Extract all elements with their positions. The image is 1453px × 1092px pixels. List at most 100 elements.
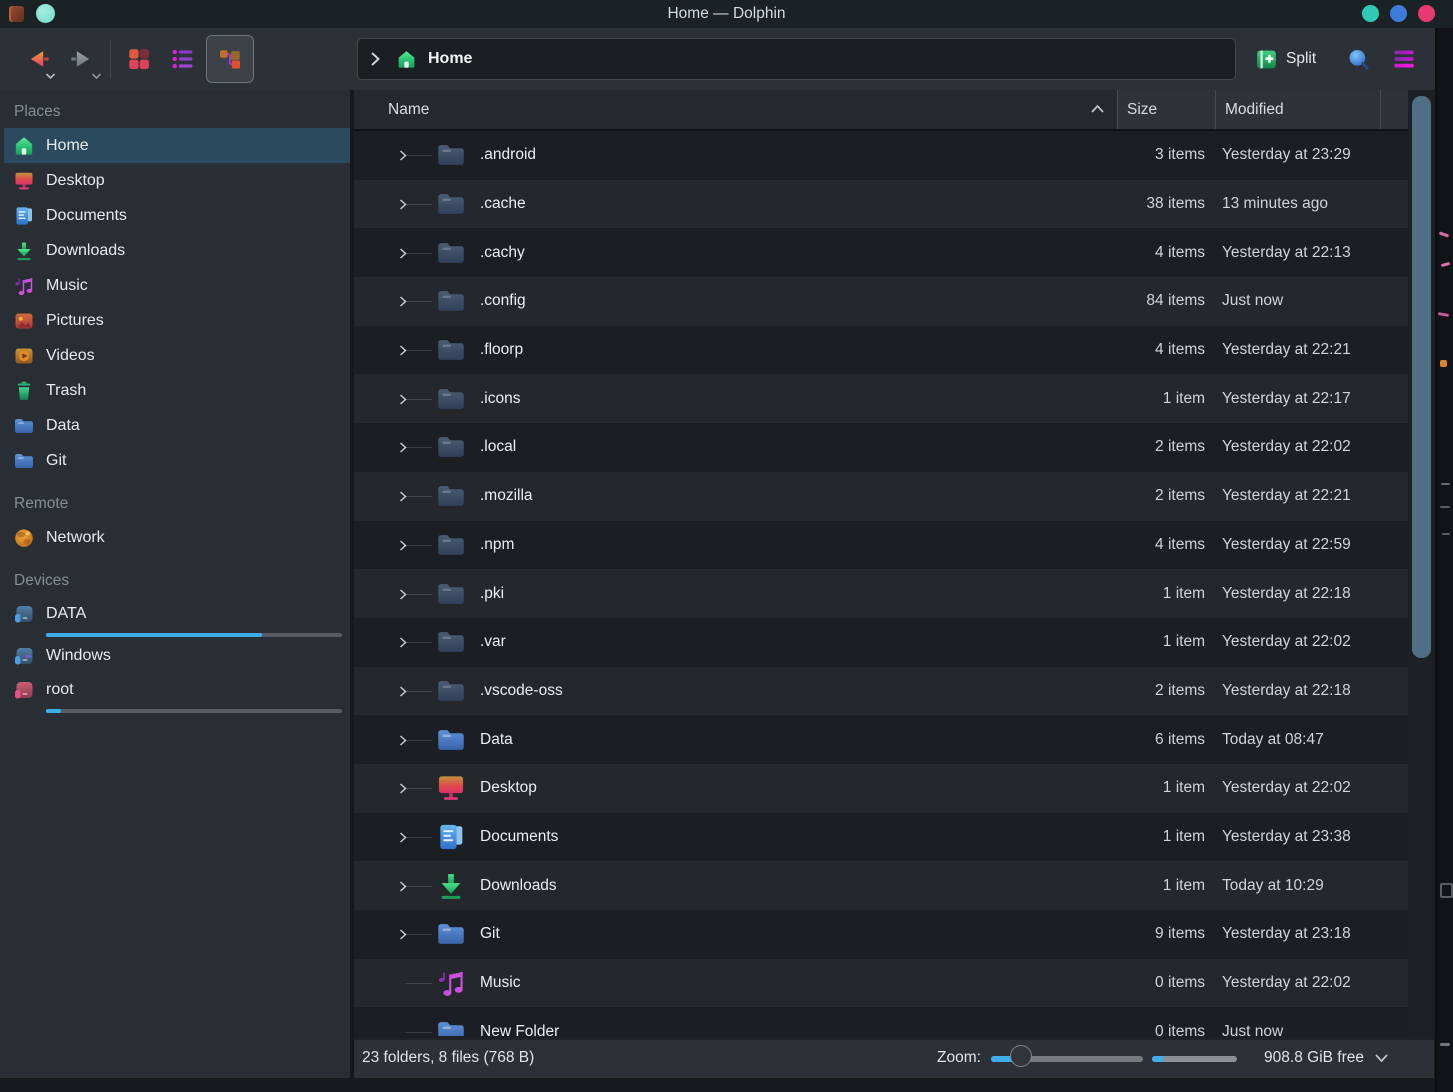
forward-button[interactable]	[62, 36, 104, 82]
scrollbar-thumb[interactable]	[1412, 96, 1431, 658]
file-size: 1 item	[1117, 828, 1205, 846]
file-row-desktop[interactable]: Desktop1 itemYesterday at 22:02	[354, 764, 1408, 813]
sidebar-item-downloads[interactable]: Downloads	[0, 233, 350, 268]
sidebar-item-trash[interactable]: Trash	[0, 373, 350, 408]
sidebar-item-home[interactable]: Home	[4, 128, 350, 163]
sort-ascending-icon	[1090, 104, 1105, 114]
file-modified: Just now	[1222, 292, 1283, 310]
file-row-.pki[interactable]: .pki1 itemYesterday at 22:18	[354, 569, 1408, 618]
file-modified: Today at 08:47	[1222, 731, 1324, 749]
file-row-git[interactable]: Git9 itemsYesterday at 23:18	[354, 910, 1408, 959]
file-row-.var[interactable]: .var1 itemYesterday at 22:02	[354, 618, 1408, 667]
location-bar[interactable]: Home	[357, 38, 1236, 80]
column-header-name[interactable]: Name	[354, 90, 1117, 129]
minimize-button[interactable]	[1362, 5, 1379, 22]
file-name[interactable]: Data	[480, 731, 513, 749]
file-name[interactable]: .floorp	[480, 341, 523, 359]
column-header-modified[interactable]: Modified	[1215, 90, 1380, 129]
file-modified: Yesterday at 22:21	[1222, 487, 1351, 505]
maximize-button[interactable]	[1390, 5, 1407, 22]
tree-branch-line	[405, 983, 432, 984]
file-name[interactable]: .npm	[480, 536, 514, 554]
file-name[interactable]: New Folder	[480, 1023, 559, 1036]
file-name[interactable]: Downloads	[480, 877, 557, 895]
file-name[interactable]: .android	[480, 146, 536, 164]
tree-branch-line	[405, 155, 432, 156]
zoom-label: Zoom:	[937, 1049, 981, 1067]
file-name[interactable]: Documents	[480, 828, 558, 846]
sidebar-section-header-devices: Devices	[0, 565, 350, 597]
sidebar-item-desktop[interactable]: Desktop	[0, 163, 350, 198]
file-modified: 13 minutes ago	[1222, 195, 1328, 213]
file-row-.local[interactable]: .local2 itemsYesterday at 22:02	[354, 423, 1408, 472]
sidebar-item-git[interactable]: Git	[0, 443, 350, 478]
column-header-size[interactable]: Size	[1117, 90, 1215, 129]
file-name[interactable]: Desktop	[480, 779, 537, 797]
sidebar-item-network[interactable]: Network	[0, 520, 350, 555]
icons-view-button[interactable]	[120, 36, 158, 82]
search-button[interactable]	[1340, 36, 1376, 82]
disk-usage-bar	[46, 709, 342, 713]
file-row-.android[interactable]: .android3 itemsYesterday at 23:29	[354, 131, 1408, 180]
sidebar-item-label: Trash	[46, 382, 86, 400]
file-name[interactable]: .pki	[480, 585, 504, 603]
file-name[interactable]: .local	[480, 438, 516, 456]
hamburger-menu-button[interactable]	[1386, 36, 1422, 82]
free-space-chevron-icon[interactable]	[1374, 1053, 1389, 1063]
file-row-music[interactable]: Music0 itemsYesterday at 22:02	[354, 959, 1408, 1008]
file-row-downloads[interactable]: Downloads1 itemToday at 10:29	[354, 861, 1408, 910]
file-size: 2 items	[1117, 438, 1205, 456]
file-modified: Yesterday at 22:18	[1222, 585, 1351, 603]
file-row-data[interactable]: Data 6 items Today at 08:47	[354, 715, 1408, 764]
file-row-.cachy[interactable]: .cachy4 itemsYesterday at 22:13	[354, 228, 1408, 277]
sidebar-item-pictures[interactable]: Pictures	[0, 303, 350, 338]
disk-capacity-bar	[1152, 1056, 1237, 1062]
file-size: 6 items	[1117, 731, 1205, 749]
free-space-text: 908.8 GiB free	[1234, 1049, 1364, 1067]
back-button[interactable]	[16, 36, 58, 82]
zoom-slider-handle[interactable]	[1010, 1045, 1032, 1067]
file-modified: Yesterday at 22:02	[1222, 974, 1351, 992]
file-name[interactable]: .var	[480, 633, 506, 651]
tree-view-button[interactable]	[206, 35, 254, 83]
file-row-.vscode-oss[interactable]: .vscode-oss2 itemsYesterday at 22:18	[354, 667, 1408, 716]
file-name[interactable]: .cache	[480, 195, 526, 213]
file-row-.npm[interactable]: .npm4 itemsYesterday at 22:59	[354, 521, 1408, 570]
sidebar-item-windows[interactable]: Windows	[0, 638, 350, 673]
file-row-documents[interactable]: Documents1 itemYesterday at 23:38	[354, 813, 1408, 862]
details-view-button[interactable]	[164, 36, 202, 82]
window-title: Home — Dolphin	[0, 5, 1453, 23]
file-row-.cache[interactable]: .cache38 items13 minutes ago	[354, 180, 1408, 229]
file-row-.config[interactable]: .config84 itemsJust now	[354, 277, 1408, 326]
file-name[interactable]: .icons	[480, 390, 521, 408]
sidebar-item-root[interactable]: root	[0, 673, 350, 714]
file-row-.mozilla[interactable]: .mozilla2 itemsYesterday at 22:21	[354, 472, 1408, 521]
file-name[interactable]: Git	[480, 925, 500, 943]
tree-branch-line	[405, 399, 432, 400]
file-row-.icons[interactable]: .icons1 itemYesterday at 22:17	[354, 374, 1408, 423]
file-modified: Yesterday at 22:21	[1222, 341, 1351, 359]
sidebar-item-data[interactable]: DATA	[0, 597, 350, 638]
tree-branch-line	[405, 301, 432, 302]
toolbar: Home Split	[0, 28, 1437, 92]
file-row-.floorp[interactable]: .floorp4 itemsYesterday at 22:21	[354, 326, 1408, 375]
file-name[interactable]: .cachy	[480, 244, 525, 262]
documents-icon	[12, 204, 36, 228]
sidebar-item-documents[interactable]: Documents	[0, 198, 350, 233]
sidebar-item-videos[interactable]: Videos	[0, 338, 350, 373]
breadcrumb-location[interactable]: Home	[428, 50, 472, 68]
folder-hidden-icon	[434, 236, 468, 270]
file-name[interactable]: Music	[480, 974, 520, 992]
file-name[interactable]: .mozilla	[480, 487, 533, 505]
split-button[interactable]: Split	[1250, 36, 1320, 82]
drive-blue-icon	[12, 602, 36, 626]
folder-icon	[434, 917, 468, 951]
sidebar-item-music[interactable]: Music	[0, 268, 350, 303]
file-row-new-folder[interactable]: New Folder0 itemsJust now	[354, 1007, 1408, 1036]
sidebar-item-data[interactable]: Data	[0, 408, 350, 443]
file-name[interactable]: .config	[480, 292, 526, 310]
folder-hidden-icon	[434, 284, 468, 318]
file-name[interactable]: .vscode-oss	[480, 682, 563, 700]
file-size: 1 item	[1117, 390, 1205, 408]
close-button[interactable]	[1418, 5, 1435, 22]
